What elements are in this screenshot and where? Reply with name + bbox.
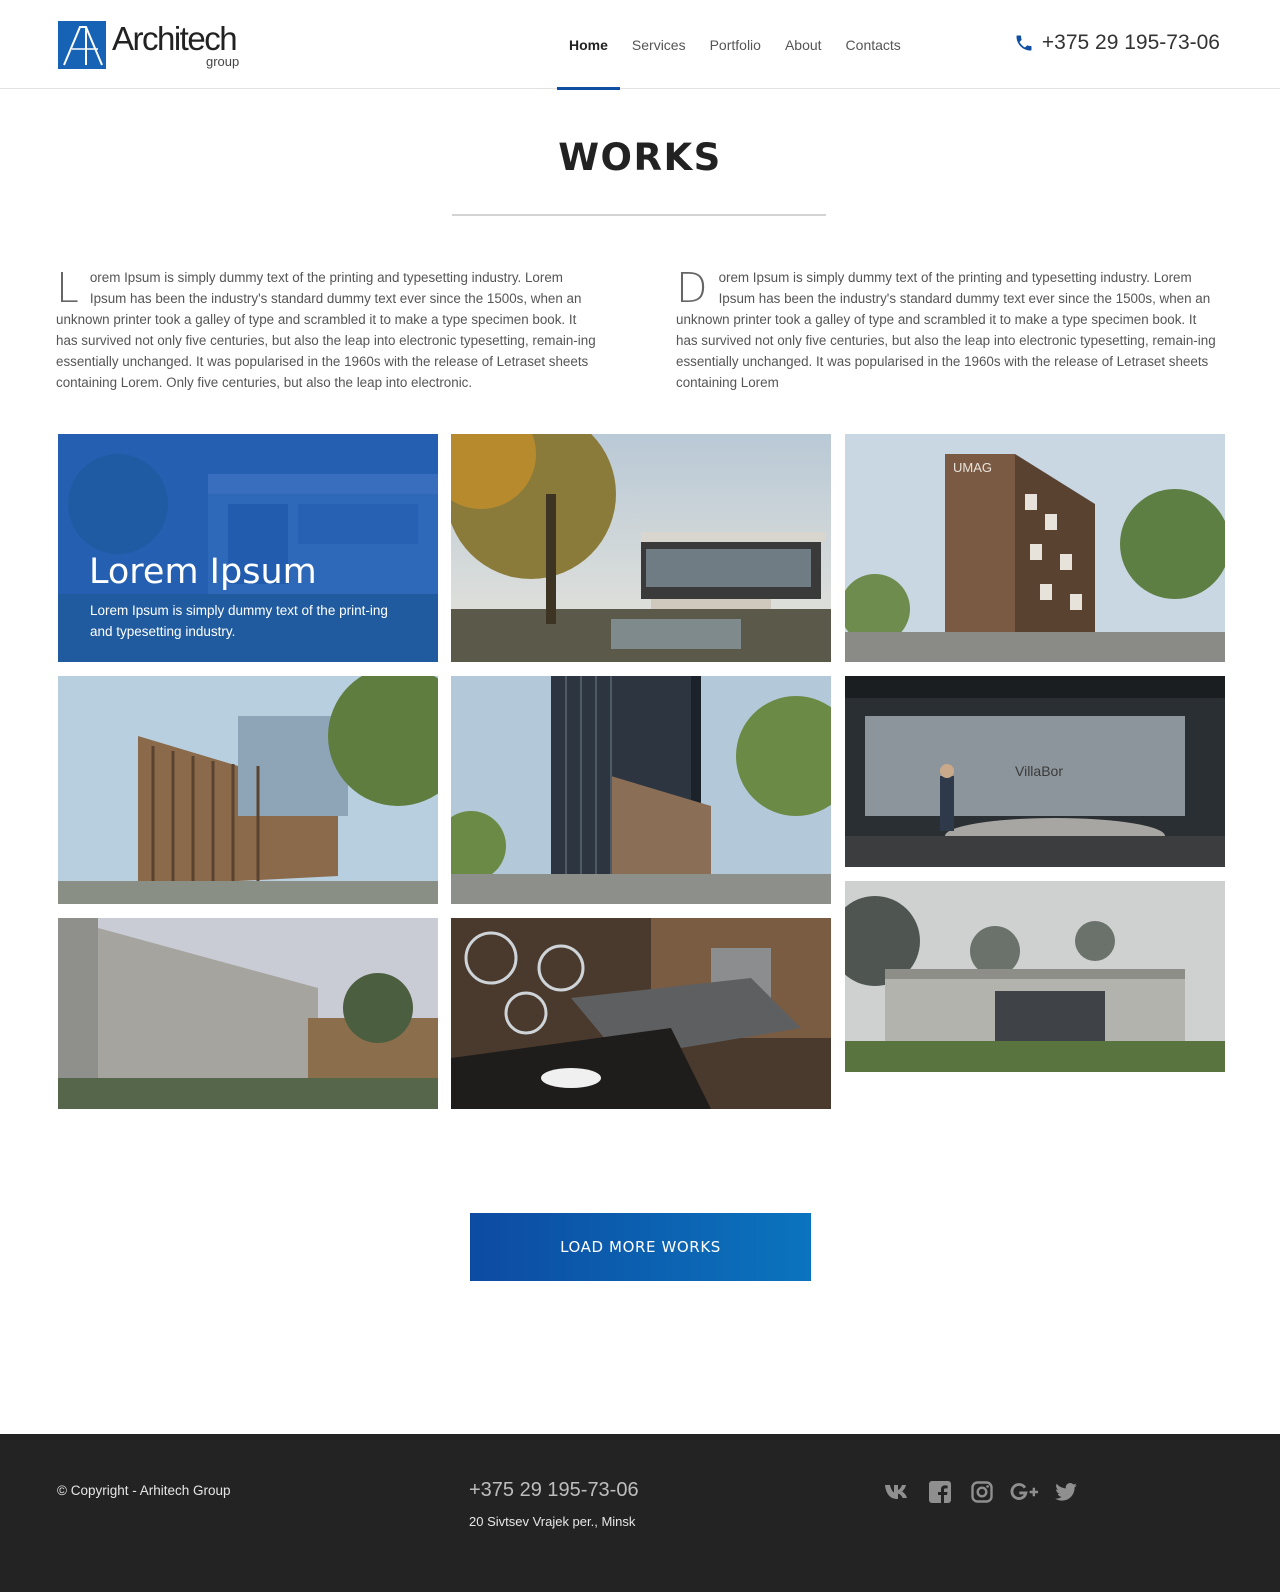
vk-icon[interactable] bbox=[883, 1479, 913, 1505]
kitchen-image bbox=[451, 918, 831, 1109]
social-links bbox=[883, 1479, 1081, 1505]
grey-villa-image bbox=[845, 881, 1225, 1072]
intro-left-body: orem Ipsum is simply dummy text of the p… bbox=[56, 270, 596, 390]
wood-facade-image bbox=[58, 676, 438, 904]
footer-address: 20 Sivtsev Vrajek per., Minsk bbox=[469, 1514, 636, 1529]
nav-home[interactable]: Home bbox=[557, 0, 620, 90]
site-footer: © Copyright - Arhitech Group +375 29 195… bbox=[0, 1434, 1280, 1592]
footer-phone[interactable]: +375 29 195-73-06 bbox=[469, 1479, 639, 1502]
dropcap-right: D bbox=[676, 264, 708, 312]
logo-mark-icon bbox=[58, 21, 106, 69]
intro-text-right: Dorem Ipsum is simply dummy text of the … bbox=[676, 267, 1219, 393]
instagram-icon[interactable] bbox=[967, 1479, 997, 1505]
page-title: WORKS bbox=[558, 136, 722, 179]
work-tile-villabor-lobby[interactable]: VillaBor bbox=[845, 676, 1225, 867]
facebook-icon[interactable] bbox=[925, 1479, 955, 1505]
intro-text-left: Lorem Ipsum is simply dummy text of the … bbox=[56, 267, 599, 393]
work-tile-concrete-house[interactable] bbox=[58, 918, 438, 1109]
work-tile-grey-villa[interactable] bbox=[845, 881, 1225, 1072]
header-phone-number: +375 29 195-73-06 bbox=[1041, 31, 1220, 54]
logo-name: Architech bbox=[112, 20, 238, 57]
work-tile-kitchen[interactable] bbox=[451, 918, 831, 1109]
work-tile-featured[interactable]: Lorem Ipsum Lorem Ipsum is simply dummy … bbox=[58, 434, 438, 662]
umag-tower-image: UMAG bbox=[845, 434, 1225, 662]
google-plus-icon[interactable] bbox=[1009, 1479, 1039, 1505]
villabor-sign: VillaBor bbox=[1015, 763, 1063, 779]
concrete-house-image bbox=[58, 918, 438, 1109]
work-tile-umag-tower[interactable]: UMAG bbox=[845, 434, 1225, 662]
modern-house-image bbox=[451, 434, 831, 662]
work-tile-dark-tower[interactable] bbox=[451, 676, 831, 904]
copyright-text: © Copyright - Arhitech Group bbox=[57, 1483, 231, 1498]
twitter-icon[interactable] bbox=[1051, 1479, 1081, 1505]
logo[interactable]: Architech group bbox=[58, 20, 248, 72]
umag-sign: UMAG bbox=[953, 460, 992, 475]
dropcap-left: L bbox=[56, 264, 79, 312]
villabor-lobby-image: VillaBor bbox=[845, 676, 1225, 867]
work-tile-modern-house[interactable] bbox=[451, 434, 831, 662]
nav-services[interactable]: Services bbox=[620, 0, 698, 89]
logo-sub: group bbox=[206, 54, 240, 69]
intro-right-body: orem Ipsum is simply dummy text of the p… bbox=[676, 270, 1216, 390]
nav-about[interactable]: About bbox=[773, 0, 834, 89]
featured-text: Lorem Ipsum is simply dummy text of the … bbox=[90, 603, 388, 639]
dark-tower-image bbox=[451, 676, 831, 904]
nav-portfolio[interactable]: Portfolio bbox=[698, 0, 773, 89]
featured-title: Lorem Ipsum bbox=[89, 552, 317, 592]
nav-contacts[interactable]: Contacts bbox=[834, 0, 913, 89]
title-divider bbox=[452, 214, 826, 216]
work-tile-wood-facade[interactable] bbox=[58, 676, 438, 904]
load-more-button[interactable]: LOAD MORE WORKS bbox=[470, 1213, 811, 1281]
header-phone[interactable]: +375 29 195-73-06 bbox=[1014, 31, 1220, 55]
phone-icon bbox=[1016, 35, 1032, 51]
site-header: Architech group Home Services Portfolio … bbox=[0, 0, 1280, 90]
main-nav: Home Services Portfolio About Contacts bbox=[557, 0, 913, 90]
